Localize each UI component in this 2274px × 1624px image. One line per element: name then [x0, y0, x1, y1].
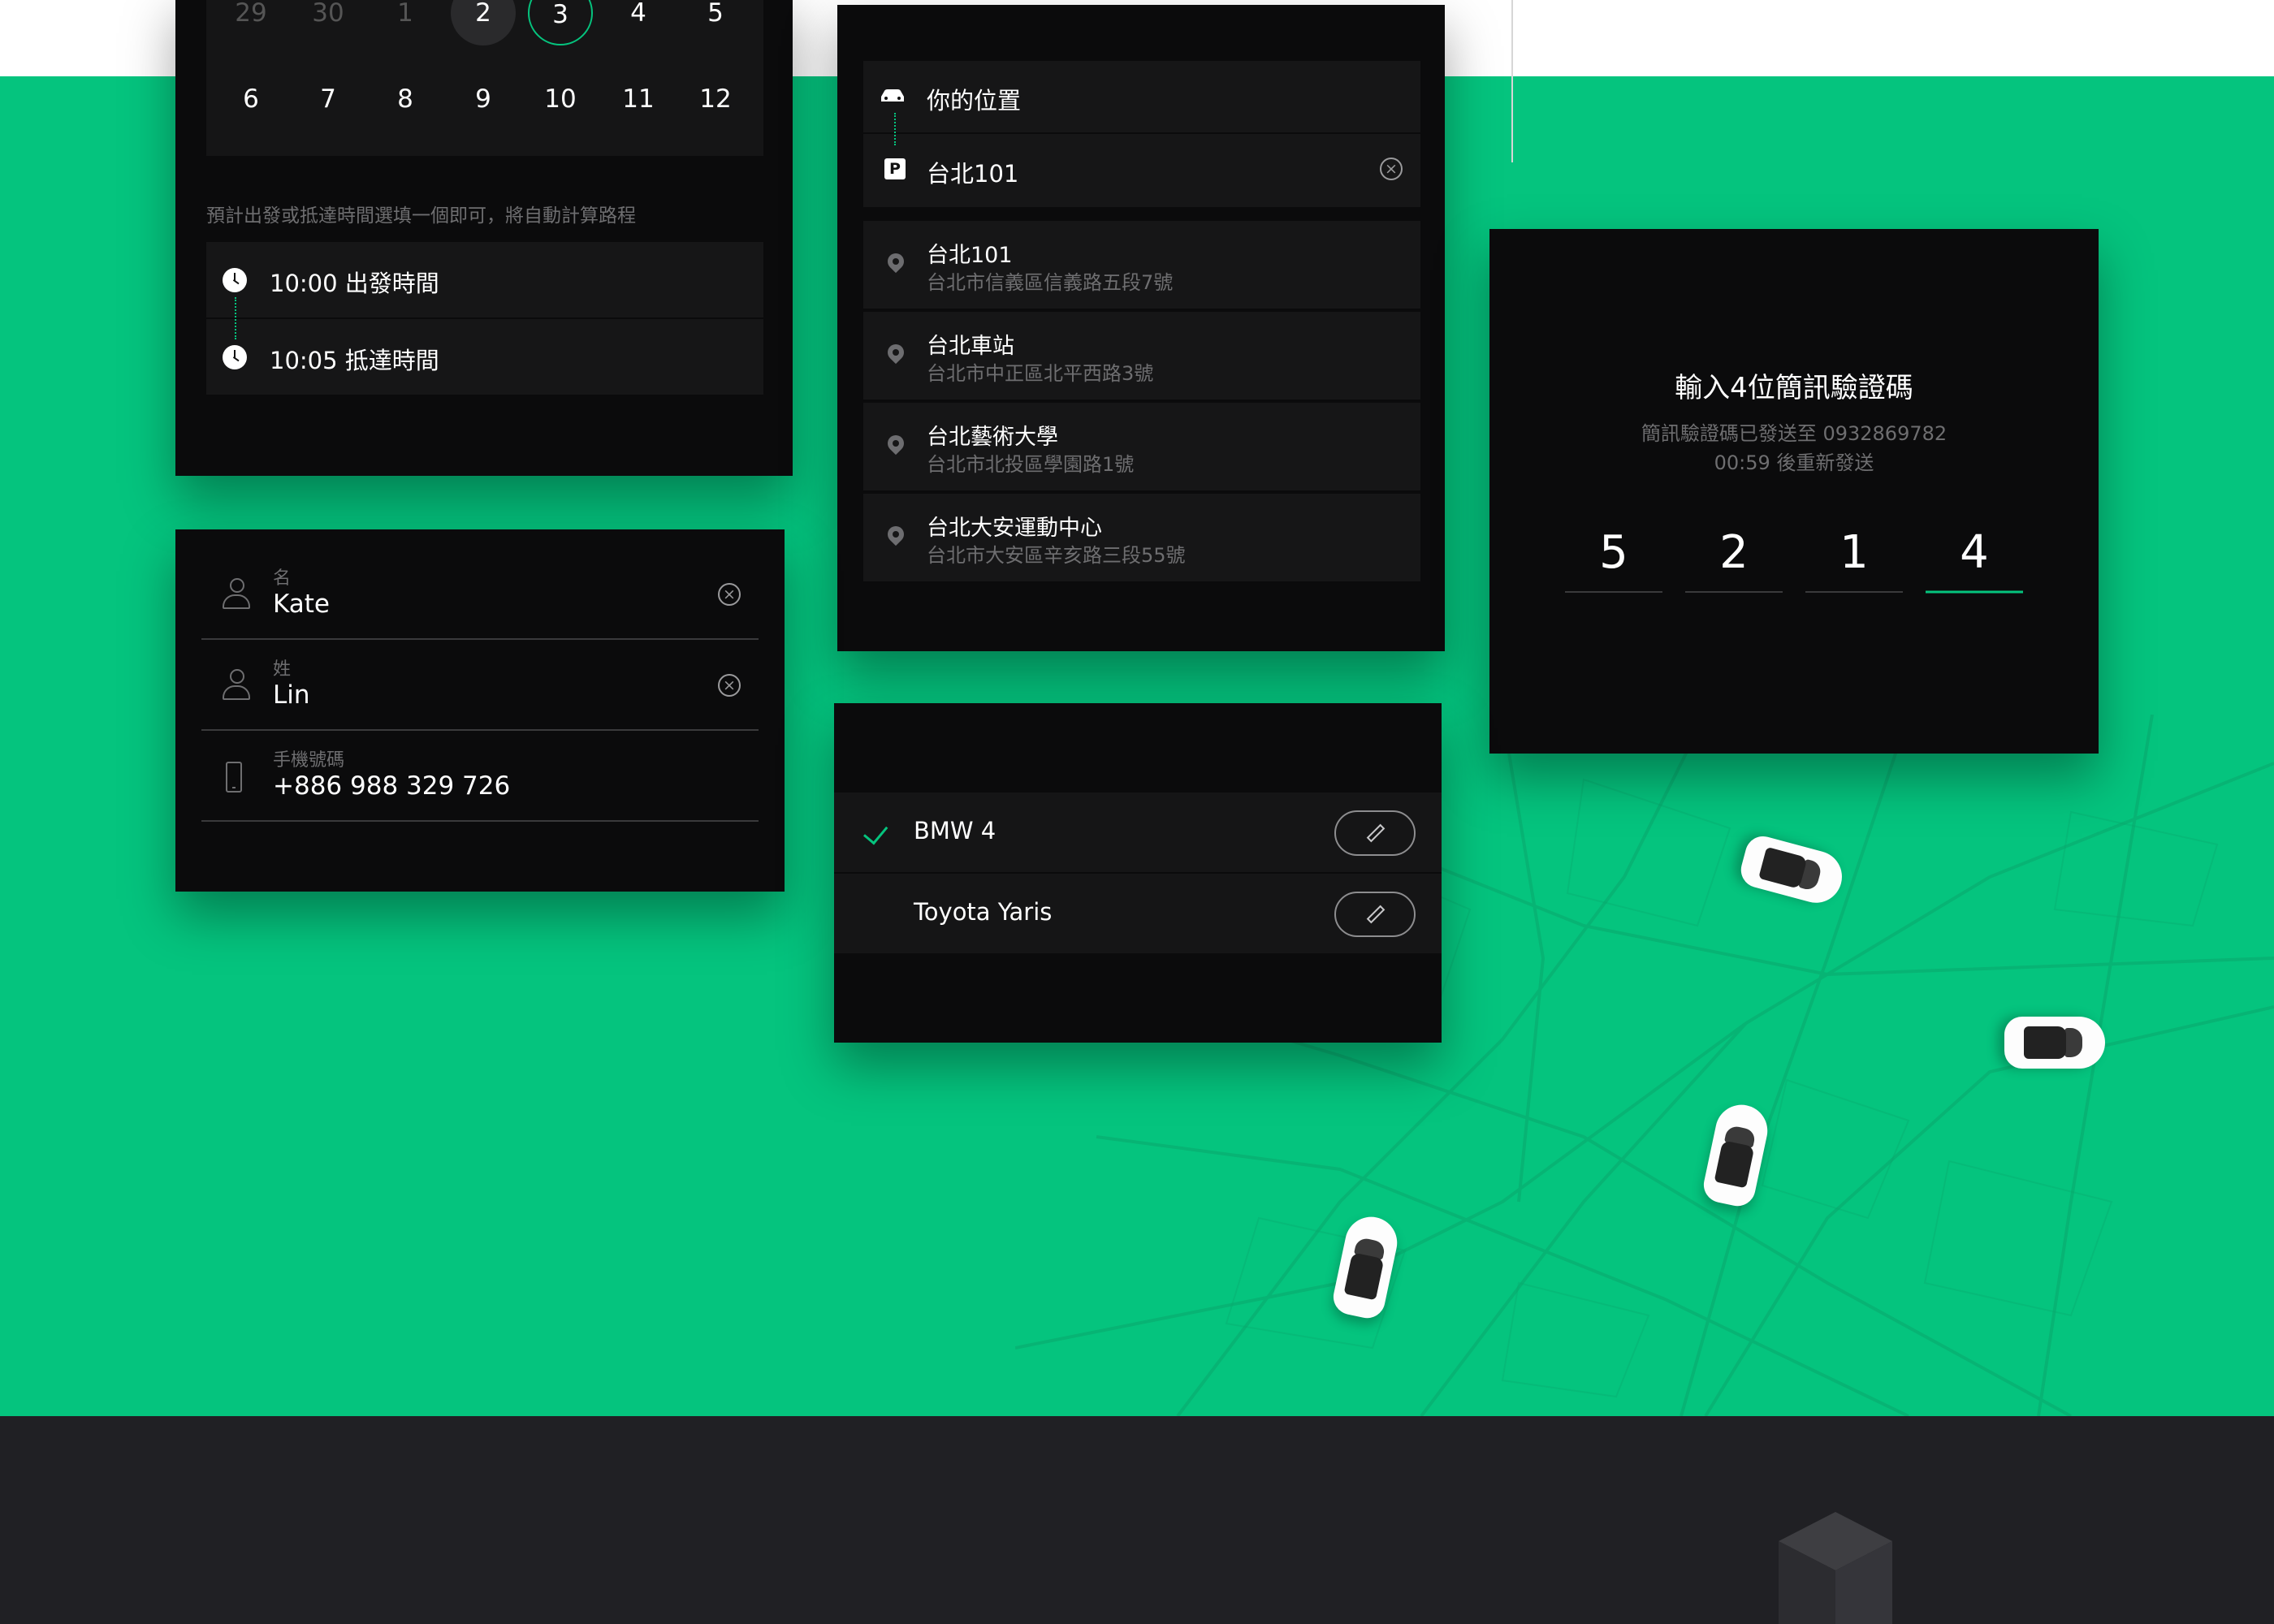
- calendar-day-today[interactable]: 2: [451, 0, 516, 45]
- car-icon: [881, 89, 904, 102]
- code-digit-input[interactable]: 2: [1685, 515, 1783, 593]
- car-list-item[interactable]: Toyota Yaris: [834, 874, 1442, 955]
- person-icon: [223, 669, 250, 702]
- location-pin-icon: [884, 431, 908, 456]
- code-digit-input[interactable]: 1: [1805, 515, 1903, 593]
- code-digit-input[interactable]: 4: [1926, 515, 2023, 594]
- suggestion-address: 台北市大安區辛亥路三段55號: [927, 544, 1186, 567]
- box-icon: [1779, 1512, 1892, 1624]
- calendar-day-selected[interactable]: 3: [528, 0, 593, 45]
- origin-row[interactable]: 你的位置: [863, 61, 1420, 132]
- destination-row[interactable]: P 台北101 ×: [863, 134, 1420, 205]
- suggestion-item[interactable]: 台北車站 台北市中正區北平西路3號: [863, 312, 1420, 400]
- calendar-day[interactable]: 1: [373, 0, 438, 45]
- phone-field[interactable]: 手機號碼 +886 988 329 726: [201, 729, 759, 822]
- suggestion-address: 台北市北投區學園路1號: [927, 453, 1135, 476]
- schedule-hint: 預計出發或抵達時間選填一個即可，將自動計算路程: [206, 205, 636, 227]
- suggestion-address: 台北市中正區北平西路3號: [927, 362, 1154, 385]
- location-pin-icon: [884, 522, 908, 546]
- calendar-day[interactable]: 5: [683, 0, 748, 45]
- verification-card: 輸入4位簡訊驗證碼 簡訊驗證碼已發送至 0932869782 00:59 後重新…: [1489, 229, 2099, 754]
- check-icon: [858, 817, 886, 833]
- person-icon: [223, 578, 250, 611]
- calendar-day[interactable]: 12: [683, 67, 748, 132]
- depart-time-label: 10:00 出發時間: [270, 270, 439, 297]
- footer-section: [0, 1416, 2274, 1624]
- pencil-icon: [1366, 820, 1386, 846]
- clear-icon[interactable]: ×: [718, 674, 741, 697]
- last-name-field[interactable]: 姓 Lin ×: [201, 638, 759, 731]
- profile-card: 名 Kate × 姓 Lin × 手機號碼 +886 988 329 726: [175, 529, 785, 892]
- suggestion-name: 台北大安運動中心: [927, 516, 1102, 541]
- suggestion-item[interactable]: 台北藝術大學 台北市北投區學園路1號: [863, 403, 1420, 490]
- clear-icon[interactable]: ×: [718, 583, 741, 606]
- suggestion-name: 台北車站: [927, 334, 1014, 359]
- edit-car-button[interactable]: [1334, 810, 1416, 856]
- calendar-day[interactable]: 29: [218, 0, 283, 45]
- calendar-day[interactable]: 9: [451, 67, 516, 132]
- schedule-card: 29 30 1 2 3 4 5 6 7 8 9 10 11 12 預計出發或抵達…: [175, 0, 793, 476]
- verification-sent-to: 簡訊驗證碼已發送至 0932869782: [1641, 422, 1948, 445]
- first-name-field[interactable]: 名 Kate ×: [201, 547, 759, 640]
- phone-icon: [226, 762, 242, 793]
- parking-icon: P: [884, 158, 906, 179]
- pencil-icon: [1366, 901, 1386, 927]
- suggestion-address: 台北市信義區信義路五段7號: [927, 271, 1174, 294]
- divider-line: [1511, 0, 1513, 162]
- suggestion-name: 台北藝術大學: [927, 425, 1058, 450]
- first-name-value: Kate: [273, 590, 331, 619]
- first-name-label: 名: [273, 568, 292, 589]
- last-name-value: Lin: [273, 680, 310, 710]
- route-inputs: 你的位置 P 台北101 ×: [863, 61, 1420, 207]
- edit-car-button[interactable]: [1334, 892, 1416, 937]
- clock-icon: [223, 345, 247, 369]
- location-card: 你的位置 P 台北101 × 台北101 台北市信義區信義路五段7號 台北車站 …: [837, 5, 1445, 651]
- arrive-time-row[interactable]: 10:05 抵達時間: [206, 319, 763, 395]
- calendar-grid: 29 30 1 2 3 4 5 6 7 8 9 10 11 12: [206, 0, 763, 156]
- clear-icon[interactable]: ×: [1380, 158, 1403, 180]
- car-list-item[interactable]: BMW 4: [834, 793, 1442, 874]
- depart-time-row[interactable]: 10:00 出發時間: [206, 242, 763, 317]
- resend-countdown: 00:59 後重新發送: [1714, 451, 1874, 474]
- verification-title: 輸入4位簡訊驗證碼: [1675, 372, 1913, 404]
- time-selector: 10:00 出發時間 10:05 抵達時間: [206, 242, 763, 395]
- location-pin-icon: [884, 340, 908, 365]
- last-name-label: 姓: [273, 659, 292, 680]
- origin-text: 你的位置: [927, 87, 1022, 114]
- map-car: [2004, 1017, 2105, 1069]
- suggestion-name: 台北101: [927, 243, 1013, 268]
- suggestion-item[interactable]: 台北101 台北市信義區信義路五段7號: [863, 221, 1420, 309]
- calendar-day[interactable]: 10: [528, 67, 593, 132]
- phone-value: +886 988 329 726: [273, 771, 511, 801]
- calendar-day[interactable]: 30: [296, 0, 361, 45]
- location-pin-icon: [884, 249, 908, 274]
- car-name: Toyota Yaris: [914, 898, 1053, 926]
- phone-label: 手機號碼: [273, 750, 345, 771]
- arrive-time-label: 10:05 抵達時間: [270, 347, 439, 374]
- suggestion-item[interactable]: 台北大安運動中心 台北市大安區辛亥路三段55號: [863, 494, 1420, 581]
- calendar-day[interactable]: 8: [373, 67, 438, 132]
- calendar-day[interactable]: 6: [218, 67, 283, 132]
- calendar-day[interactable]: 4: [606, 0, 671, 45]
- clock-icon: [223, 268, 247, 292]
- car-name: BMW 4: [914, 817, 996, 844]
- code-digit-input[interactable]: 5: [1565, 515, 1662, 593]
- destination-text: 台北101: [927, 160, 1019, 188]
- car-list-card: BMW 4 Toyota Yaris: [834, 703, 1442, 1043]
- calendar-day[interactable]: 7: [296, 67, 361, 132]
- calendar-day[interactable]: 11: [606, 67, 671, 132]
